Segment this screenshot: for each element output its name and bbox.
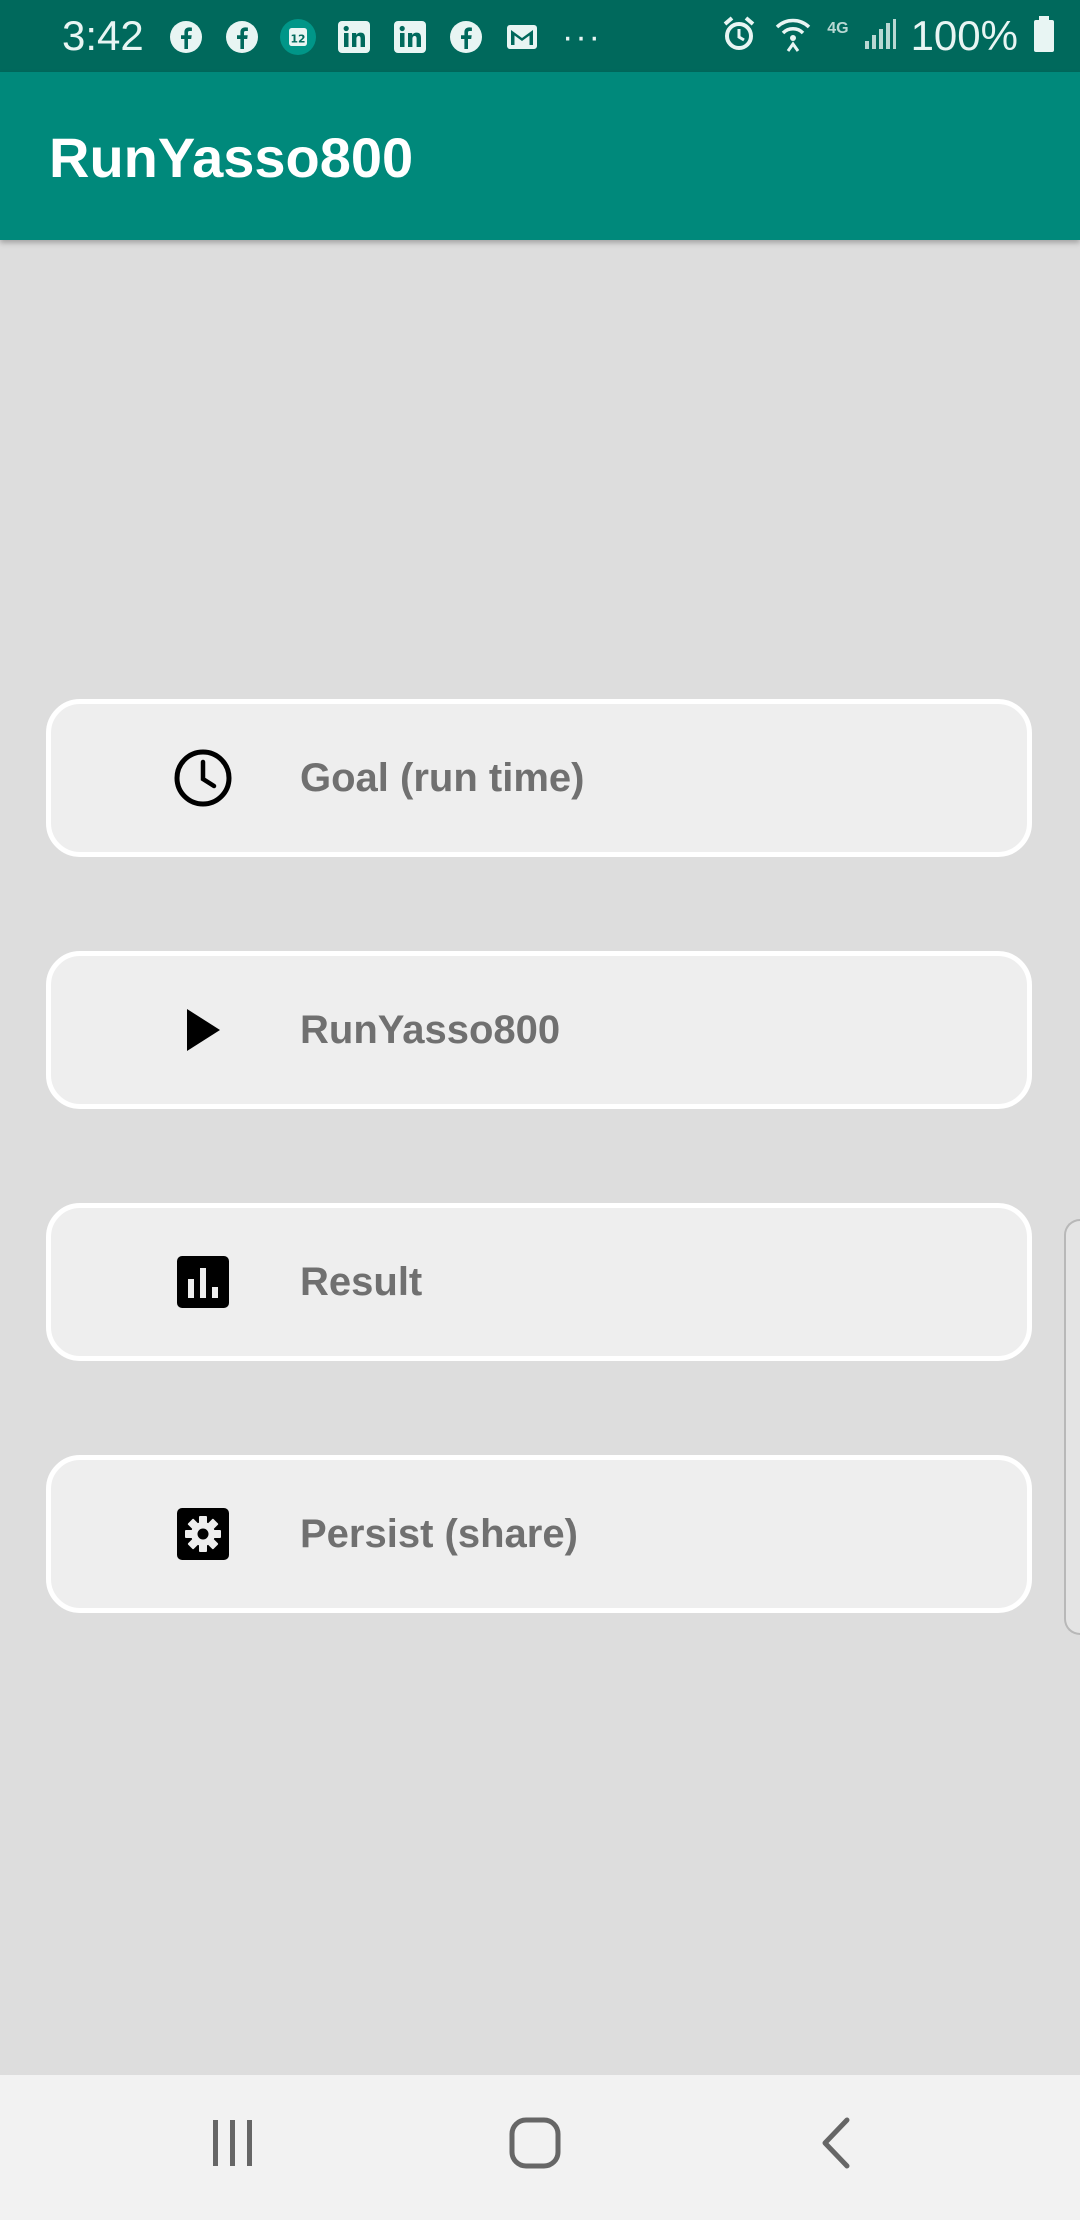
signal-icon (863, 17, 897, 56)
notification-icons: 12 ··· (168, 18, 604, 56)
status-bar: 3:42 12 ··· 4G 100% (0, 0, 1080, 72)
result-label: Result (300, 1260, 423, 1304)
persist-share-label: Persist (share) (300, 1512, 578, 1556)
edge-panel-handle[interactable] (1064, 1219, 1080, 1635)
back-icon (817, 2116, 857, 2175)
persist-share-button[interactable]: Persist (share) (46, 1455, 1032, 1613)
battery-percent: 100% (910, 12, 1018, 59)
svg-text:12: 12 (290, 32, 305, 45)
bar-chart-icon (173, 1252, 233, 1312)
status-time: 3:42 (62, 12, 144, 59)
app-bar: RunYasso800 (0, 72, 1080, 240)
calendar-icon: 12 (280, 19, 316, 55)
recent-apps-button[interactable] (183, 2095, 283, 2195)
result-button[interactable]: Result (46, 1203, 1032, 1361)
linkedin-icon (392, 19, 428, 55)
run-yasso800-button[interactable]: RunYasso800 (46, 951, 1032, 1109)
network-type: 4G (827, 20, 849, 37)
home-icon (508, 2116, 562, 2175)
linkedin-icon (336, 19, 372, 55)
facebook-icon (448, 19, 484, 55)
wifi-calling-icon (773, 13, 813, 60)
goal-run-time-button[interactable]: Goal (run time) (46, 699, 1032, 857)
gmail-icon (504, 19, 540, 55)
facebook-icon (224, 19, 260, 55)
play-icon (173, 1000, 233, 1060)
system-icons: 4G 100% (719, 14, 1056, 58)
settings-icon (173, 1504, 233, 1564)
navigation-bar (0, 2075, 1080, 2220)
back-button[interactable] (787, 2095, 887, 2195)
run-yasso800-label: RunYasso800 (300, 1008, 561, 1052)
battery-icon (1032, 14, 1056, 59)
facebook-icon (168, 19, 204, 55)
home-button[interactable] (485, 2095, 585, 2195)
alarm-icon (719, 14, 759, 59)
recent-apps-icon (208, 2117, 258, 2174)
app-title: RunYasso800 (49, 126, 414, 189)
goal-run-time-label: Goal (run time) (300, 756, 585, 800)
more-notifications-icon: ··· (562, 18, 602, 56)
screen: 3:42 12 ··· 4G 100% RunYasso800 Goal (ru… (0, 0, 1080, 2220)
clock-icon (173, 748, 233, 808)
